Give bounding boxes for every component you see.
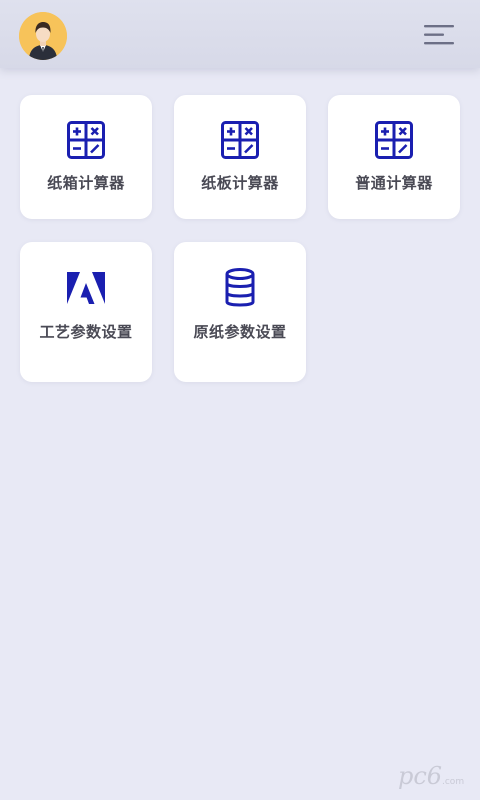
adobe-icon bbox=[67, 272, 105, 310]
card-label: 纸板计算器 bbox=[201, 174, 279, 192]
process-parameter-settings-card[interactable]: 工艺参数设置 bbox=[20, 242, 152, 382]
calculator-icon bbox=[67, 121, 105, 159]
avatar[interactable] bbox=[19, 12, 67, 60]
calculator-icon bbox=[375, 121, 413, 159]
card-label: 普通计算器 bbox=[355, 174, 433, 192]
base-paper-parameter-settings-card[interactable]: 原纸参数设置 bbox=[174, 242, 306, 382]
menu-button[interactable] bbox=[424, 24, 456, 46]
app-header bbox=[0, 0, 480, 68]
card-label: 纸箱计算器 bbox=[47, 174, 125, 192]
calculator-icon bbox=[221, 121, 259, 159]
person-avatar-icon bbox=[19, 12, 67, 60]
hamburger-menu-icon bbox=[424, 25, 454, 45]
site-watermark: pc6 .com bbox=[398, 762, 470, 790]
database-icon bbox=[224, 268, 262, 307]
carton-calculator-card[interactable]: 纸箱计算器 bbox=[20, 95, 152, 219]
general-calculator-card[interactable]: 普通计算器 bbox=[328, 95, 460, 219]
card-label: 工艺参数设置 bbox=[39, 323, 133, 341]
card-label: 原纸参数设置 bbox=[193, 323, 287, 341]
watermark-text: pc6 bbox=[398, 762, 442, 790]
cardboard-calculator-card[interactable]: 纸板计算器 bbox=[174, 95, 306, 219]
watermark-subtext: .com bbox=[442, 777, 464, 787]
